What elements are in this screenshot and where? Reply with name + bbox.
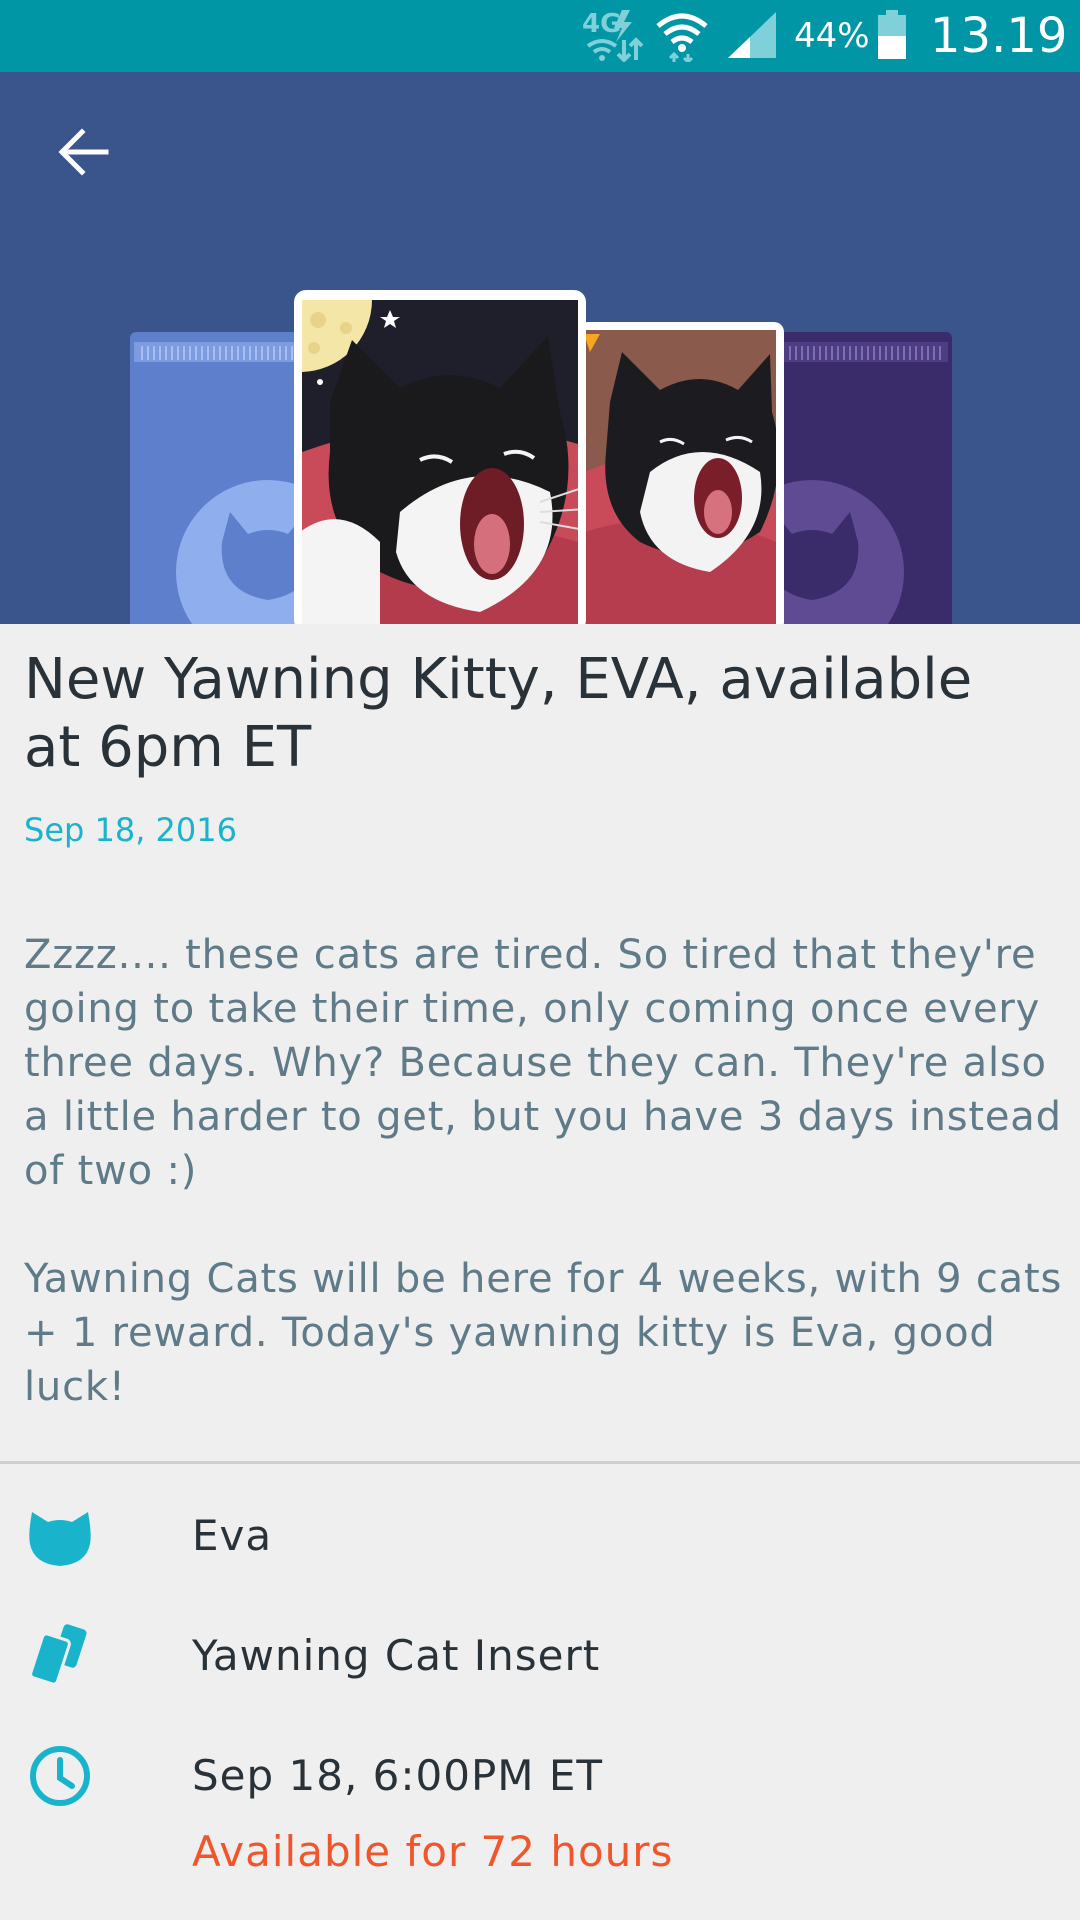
article-body: Zzzz.... these cats are tired. So tired … [24, 932, 1063, 1410]
cat-card-back [578, 322, 784, 624]
availability-duration: Available for 72 hours [192, 1827, 674, 1876]
arrow-left-icon [58, 128, 109, 176]
cat-name: Eva [192, 1511, 273, 1560]
cards-icon [29, 1624, 87, 1686]
battery-icon [878, 10, 906, 59]
battery-percent: 44% [794, 16, 870, 56]
status-bar: 4G 44% 13.19 [0, 0, 1080, 72]
clock: 13.19 [930, 8, 1068, 64]
article-date: Sep 18, 2016 [24, 811, 237, 849]
signal-icon [728, 12, 776, 58]
schedule-time: Sep 18, 6:00PM ET [192, 1751, 604, 1800]
hero-illustration [130, 290, 952, 624]
article-title: New Yawning Kitty, EVA, available at 6pm… [24, 647, 973, 780]
back-button[interactable] [44, 112, 124, 192]
card-type: Yawning Cat Insert [192, 1631, 601, 1680]
clock-icon [30, 1746, 90, 1806]
hero-banner [0, 72, 1080, 624]
divider [0, 1461, 1080, 1464]
network-4g-icon: 4G [582, 9, 644, 62]
svg-text:4G: 4G [582, 9, 621, 39]
cat-head-icon [29, 1512, 91, 1566]
wifi-icon [656, 13, 708, 62]
